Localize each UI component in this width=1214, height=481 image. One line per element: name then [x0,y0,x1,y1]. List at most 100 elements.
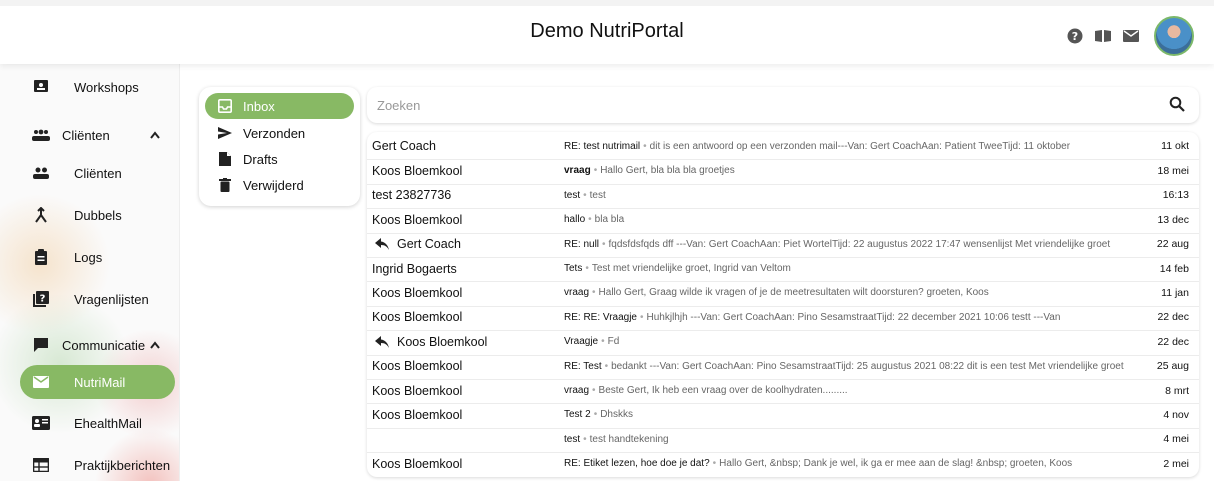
mail-sender-name: Koos Bloemkool [372,310,463,325]
calendar-view-icon [32,456,50,474]
mail-row[interactable]: Koos Bloemkool vraag • Hallo Gert, bla bla … [367,159,1199,181]
separator-dot: • [585,263,589,274]
search-input[interactable] [377,95,1137,115]
mail-date: 11 okt [1161,140,1189,152]
svg-text:?: ? [1072,30,1078,43]
sidebar-item-label: Praktijkberichten [74,457,171,473]
mail-icon [32,373,50,391]
mail-row[interactable]: Ingrid Bogaerts Tets • Test met vriendelijk… [367,257,1199,279]
group-icon [32,126,50,144]
folder-deleted[interactable]: Verwijderd [205,172,354,198]
mail-sender: Gert Coach [372,237,461,251]
separator-dot: • [588,214,592,226]
mail-preview: test [589,189,606,201]
mail-date: 22 aug [1156,238,1189,251]
question-list-icon: ? [32,290,50,308]
help-icon[interactable]: ? [1066,27,1084,45]
folder-label: Drafts [243,151,278,167]
mail-icon[interactable] [1122,27,1140,45]
search-icon[interactable] [1169,96,1187,114]
separator-dot: • [601,336,605,348]
mail-row[interactable]: Koos Bloemkool hallo • bla bla 13 dec [367,208,1199,230]
mail-row[interactable]: Koos Bloemkool Test 2 • Dhskks 4 nov [367,403,1199,425]
mail-row[interactable]: test 23827736 test • test 16:13 [367,183,1199,206]
sidebar-group-clienten[interactable]: Cliënten [0,118,179,152]
folder-label: Verzonden [243,125,306,141]
sidebar-item-vragenlijsten[interactable]: ? Vragenlijsten [0,282,179,316]
mail-subject: hallo [564,214,586,226]
sidebar-item-label: Dubbels [74,207,122,223]
mail-date: 14 feb [1159,262,1189,275]
mail-row[interactable]: Koos Bloemkool RE: Test • bedankt ---Van: G… [367,354,1199,377]
separator-dot: • [592,287,596,299]
mail-sender-name: Koos Bloemkool [372,163,463,178]
folder-inbox[interactable]: Inbox [205,93,354,119]
mail-subject: test [564,433,581,445]
mail-sender: Koos Bloemkool [372,310,462,324]
mail-sender: test 23827736 [372,188,451,202]
mail-sender: Koos Bloemkool [372,335,487,349]
sidebar-item-dubbels[interactable]: Dubbels [0,198,179,232]
mail-date: 2 mei [1163,457,1189,470]
mail-subject: RE: test nutrimail [564,140,641,152]
sidebar-item-logs[interactable]: Logs [0,240,179,274]
mail-sender-name: Koos Bloemkool [372,359,463,374]
app-title: Demo NutriPortal [530,20,684,42]
sidebar-item-clienten[interactable]: Cliënten [0,156,179,190]
mail-subject: vraag [564,165,591,177]
mail-row[interactable]: Koos Bloemkool RE: Etiket lezen, hoe doe … [367,452,1199,474]
mail-subject: Tets [564,263,583,274]
sidebar-item-praktijkberichten[interactable]: Praktijkberichten [0,448,179,481]
sidebar-item-label: Cliënten [74,165,122,181]
mail-sender-name: Koos Bloemkool [372,407,463,422]
mail-preview: Hallo Gert, Graag wilde ik vragen of je … [598,287,989,299]
svg-text:?: ? [40,294,46,305]
book-icon[interactable] [1094,27,1112,45]
mail-row[interactable]: Koos Bloemkool vraag • Beste Gert, Ik heb e… [367,379,1199,401]
chevron-up-icon [150,338,160,352]
mail-row[interactable]: Koos Bloemkool Vraagje • Fd 22 dec [367,330,1199,352]
chevron-up-icon [150,128,160,142]
mail-subject-preview: vraag • Hallo Gert, bla bla bla groetjes [564,165,1124,176]
sidebar-group-communicatie[interactable]: Communicatie [0,328,179,362]
sidebar-item-nutrimail[interactable]: NutriMail [20,365,175,399]
mail-row[interactable]: Koos Bloemkool vraag • Hallo Gert, Graag wi… [367,281,1199,303]
mail-date: 8 mrt [1165,384,1189,397]
mail-sender-name: Koos Bloemkool [372,383,463,398]
mail-sender: Koos Bloemkool [372,359,462,373]
mail-sender-name: test 23827736 [372,188,452,203]
separator-dot: • [712,458,717,470]
separator-dot: • [643,140,647,152]
mail-subject: vraag [564,385,590,396]
folder-drafts[interactable]: Drafts [205,146,354,172]
mail-sender: Koos Bloemkool [372,164,462,178]
mail-preview: Huhkjlhjh ---Van: Gert CoachAan: Pino Se… [646,311,1061,323]
mail-subject: Test 2 [564,409,591,421]
separator-dot: • [602,238,606,250]
mail-row[interactable]: Gert Coach RE: test nutrimail • dit is een … [367,135,1199,157]
mail-list: Gert Coach RE: test nutrimail • dit is een … [367,132,1199,477]
mail-sender: Ingrid Bogaerts [372,262,457,276]
mail-sender-name: Koos Bloemkool [372,456,463,471]
separator-dot: • [593,165,598,177]
mail-row[interactable]: Gert Coach RE: null • fqdsfdsfqds dff ---Va… [367,232,1199,255]
mail-date: 11 jan [1161,286,1189,299]
send-icon [217,125,233,141]
mail-sender: Koos Bloemkool [372,286,462,300]
sidebar-item-label: EhealthMail [74,415,142,431]
contact-mail-icon [32,414,50,432]
mail-row[interactable]: test • test handtekening 4 mei [367,427,1199,450]
sidebar-item-ehealthmail[interactable]: EhealthMail [0,406,179,440]
sidebar-item-workshops[interactable]: Workshops [0,70,179,104]
mail-subject: vraag [564,287,590,299]
mail-subject-preview: RE: null • fqdsfdsfqds dff ---Van: Gert Co… [564,239,1124,250]
folder-sent[interactable]: Verzonden [205,120,354,146]
mail-sender: Gert Coach [372,139,436,153]
presentation-icon [32,78,50,96]
mail-preview: dit is een antwoord op een verzonden mai… [649,140,1071,152]
mail-row[interactable]: Koos Bloemkool RE: RE: Vraagje • Huhkjlhjh … [367,305,1199,328]
mail-preview: test handtekening [589,433,669,445]
user-avatar[interactable] [1154,16,1194,56]
separator-dot: • [583,433,587,445]
inbox-icon [217,98,233,114]
